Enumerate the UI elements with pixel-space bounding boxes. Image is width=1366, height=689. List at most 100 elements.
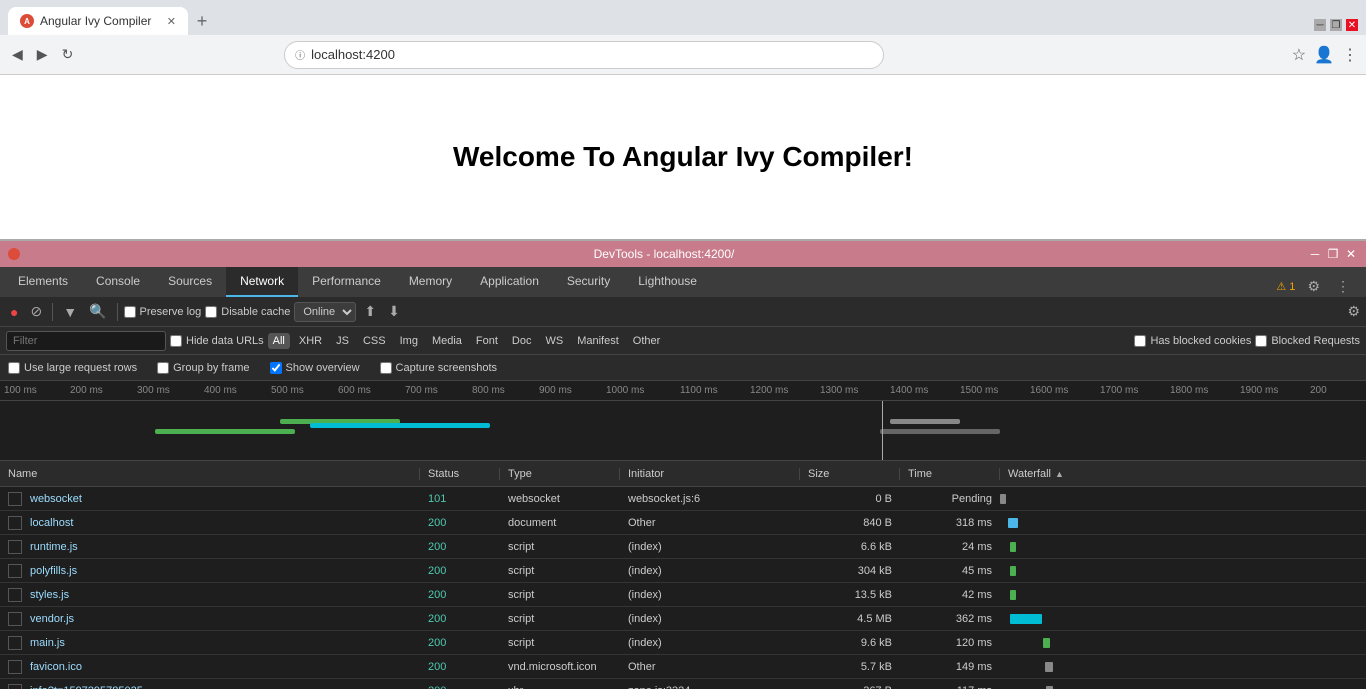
tab-console[interactable]: Console	[82, 267, 154, 297]
table-row[interactable]: websocket 101 websocket websocket.js:6 0…	[0, 487, 1366, 511]
filter-media-button[interactable]: Media	[427, 333, 467, 349]
table-row[interactable]: styles.js 200 script (index) 13.5 kB 42 …	[0, 583, 1366, 607]
minimize-button[interactable]: ─	[1314, 19, 1326, 31]
network-settings-button[interactable]: ⚙	[1347, 303, 1360, 320]
filter-toggle-button[interactable]: ▼	[59, 302, 81, 322]
row-checkbox[interactable]	[8, 612, 22, 626]
cell-initiator[interactable]: (index)	[620, 613, 800, 625]
filter-js-button[interactable]: JS	[331, 333, 354, 349]
table-row[interactable]: favicon.ico 200 vnd.microsoft.icon Other…	[0, 655, 1366, 679]
preserve-log-checkbox[interactable]: Preserve log	[124, 306, 202, 318]
blocked-requests-input[interactable]	[1255, 335, 1267, 347]
filter-manifest-button[interactable]: Manifest	[572, 333, 624, 349]
cell-initiator[interactable]: websocket.js:6	[620, 493, 800, 505]
tab-network[interactable]: Network	[226, 267, 298, 297]
hide-data-urls-input[interactable]	[170, 335, 182, 347]
capture-screenshots-option[interactable]: Capture screenshots	[380, 362, 498, 374]
filter-xhr-button[interactable]: XHR	[294, 333, 327, 349]
blocked-requests-checkbox[interactable]: Blocked Requests	[1255, 335, 1360, 347]
row-checkbox[interactable]	[8, 588, 22, 602]
cell-initiator[interactable]: (index)	[620, 637, 800, 649]
col-waterfall[interactable]: Waterfall ▲	[1000, 468, 1366, 480]
col-size[interactable]: Size	[800, 468, 900, 480]
filter-css-button[interactable]: CSS	[358, 333, 391, 349]
table-row[interactable]: main.js 200 script (index) 9.6 kB 120 ms	[0, 631, 1366, 655]
tab-sources[interactable]: Sources	[154, 267, 226, 297]
clear-button[interactable]: ⊘	[26, 301, 46, 322]
cell-initiator[interactable]: (index)	[620, 541, 800, 553]
row-checkbox[interactable]	[8, 492, 22, 506]
row-checkbox[interactable]	[8, 564, 22, 578]
tab-security[interactable]: Security	[553, 267, 624, 297]
browser-tab[interactable]: A Angular Ivy Compiler ✕	[8, 7, 188, 35]
devtools-more-button[interactable]: ⋮	[1332, 276, 1354, 297]
tab-memory[interactable]: Memory	[395, 267, 466, 297]
account-button[interactable]: 👤	[1314, 45, 1334, 65]
forward-button[interactable]: ▶	[33, 42, 52, 67]
table-row[interactable]: info?t=1597295785025 200 xhr zone.js:332…	[0, 679, 1366, 689]
filter-input[interactable]	[6, 331, 166, 351]
capture-screenshots-input[interactable]	[380, 362, 392, 374]
blocked-cookies-input[interactable]	[1134, 335, 1146, 347]
throttle-select[interactable]: Online	[294, 302, 356, 322]
record-button[interactable]: ●	[6, 302, 22, 322]
group-by-frame-option[interactable]: Group by frame	[157, 362, 249, 374]
preserve-log-input[interactable]	[124, 306, 136, 318]
col-status[interactable]: Status	[420, 468, 500, 480]
col-type[interactable]: Type	[500, 468, 620, 480]
filter-all-button[interactable]: All	[268, 333, 290, 349]
tab-close-button[interactable]: ✕	[167, 15, 176, 28]
devtools-minimize-button[interactable]: ─	[1308, 247, 1322, 261]
close-button[interactable]: ✕	[1346, 19, 1358, 31]
tab-elements[interactable]: Elements	[4, 267, 82, 297]
large-rows-option[interactable]: Use large request rows	[8, 362, 137, 374]
row-checkbox[interactable]	[8, 660, 22, 674]
group-by-frame-input[interactable]	[157, 362, 169, 374]
export-button[interactable]: ⬇	[384, 301, 404, 322]
network-table[interactable]: Name Status Type Initiator Size	[0, 461, 1366, 689]
table-row[interactable]: polyfills.js 200 script (index) 304 kB 4…	[0, 559, 1366, 583]
disable-cache-checkbox[interactable]: Disable cache	[205, 306, 290, 318]
row-checkbox[interactable]	[8, 540, 22, 554]
col-name[interactable]: Name	[0, 468, 420, 480]
cell-initiator[interactable]: (index)	[620, 565, 800, 577]
blocked-cookies-checkbox[interactable]: Has blocked cookies	[1134, 335, 1251, 347]
col-time[interactable]: Time	[900, 468, 1000, 480]
back-button[interactable]: ◀	[8, 42, 27, 67]
show-overview-option[interactable]: Show overview	[270, 362, 360, 374]
row-checkbox[interactable]	[8, 636, 22, 650]
import-button[interactable]: ⬆	[360, 301, 380, 322]
filter-ws-button[interactable]: WS	[540, 333, 568, 349]
filter-font-button[interactable]: Font	[471, 333, 503, 349]
tab-performance[interactable]: Performance	[298, 267, 395, 297]
restore-button[interactable]: ❐	[1330, 19, 1342, 31]
sort-icon: ▲	[1055, 469, 1064, 479]
col-initiator[interactable]: Initiator	[620, 468, 800, 480]
table-row[interactable]: localhost 200 document Other 840 B 318 m…	[0, 511, 1366, 535]
devtools-settings-button[interactable]: ⚙	[1303, 276, 1324, 297]
large-rows-input[interactable]	[8, 362, 20, 374]
menu-button[interactable]: ⋮	[1342, 45, 1358, 65]
bookmark-button[interactable]: ☆	[1292, 45, 1306, 65]
cell-initiator[interactable]: zone.js:3324	[620, 685, 800, 689]
new-tab-button[interactable]: +	[188, 7, 216, 35]
filter-other-button[interactable]: Other	[628, 333, 666, 349]
devtools-restore-button[interactable]: ❐	[1326, 247, 1340, 261]
devtools-close-button[interactable]: ✕	[1344, 247, 1358, 261]
table-row[interactable]: runtime.js 200 script (index) 6.6 kB 24 …	[0, 535, 1366, 559]
address-bar[interactable]: ⓘ localhost:4200	[284, 41, 884, 69]
filter-img-button[interactable]: Img	[395, 333, 423, 349]
tab-application[interactable]: Application	[466, 267, 553, 297]
filter-doc-button[interactable]: Doc	[507, 333, 537, 349]
disable-cache-input[interactable]	[205, 306, 217, 318]
row-checkbox[interactable]	[8, 516, 22, 530]
hide-data-urls-checkbox[interactable]: Hide data URLs	[170, 335, 264, 347]
table-row[interactable]: vendor.js 200 script (index) 4.5 MB 362 …	[0, 607, 1366, 631]
cell-status: 200	[420, 685, 500, 689]
tab-lighthouse[interactable]: Lighthouse	[624, 267, 711, 297]
cell-initiator[interactable]: (index)	[620, 589, 800, 601]
row-checkbox[interactable]	[8, 684, 22, 689]
show-overview-input[interactable]	[270, 362, 282, 374]
search-button[interactable]: 🔍	[85, 301, 110, 322]
refresh-button[interactable]: ↻	[58, 42, 78, 67]
